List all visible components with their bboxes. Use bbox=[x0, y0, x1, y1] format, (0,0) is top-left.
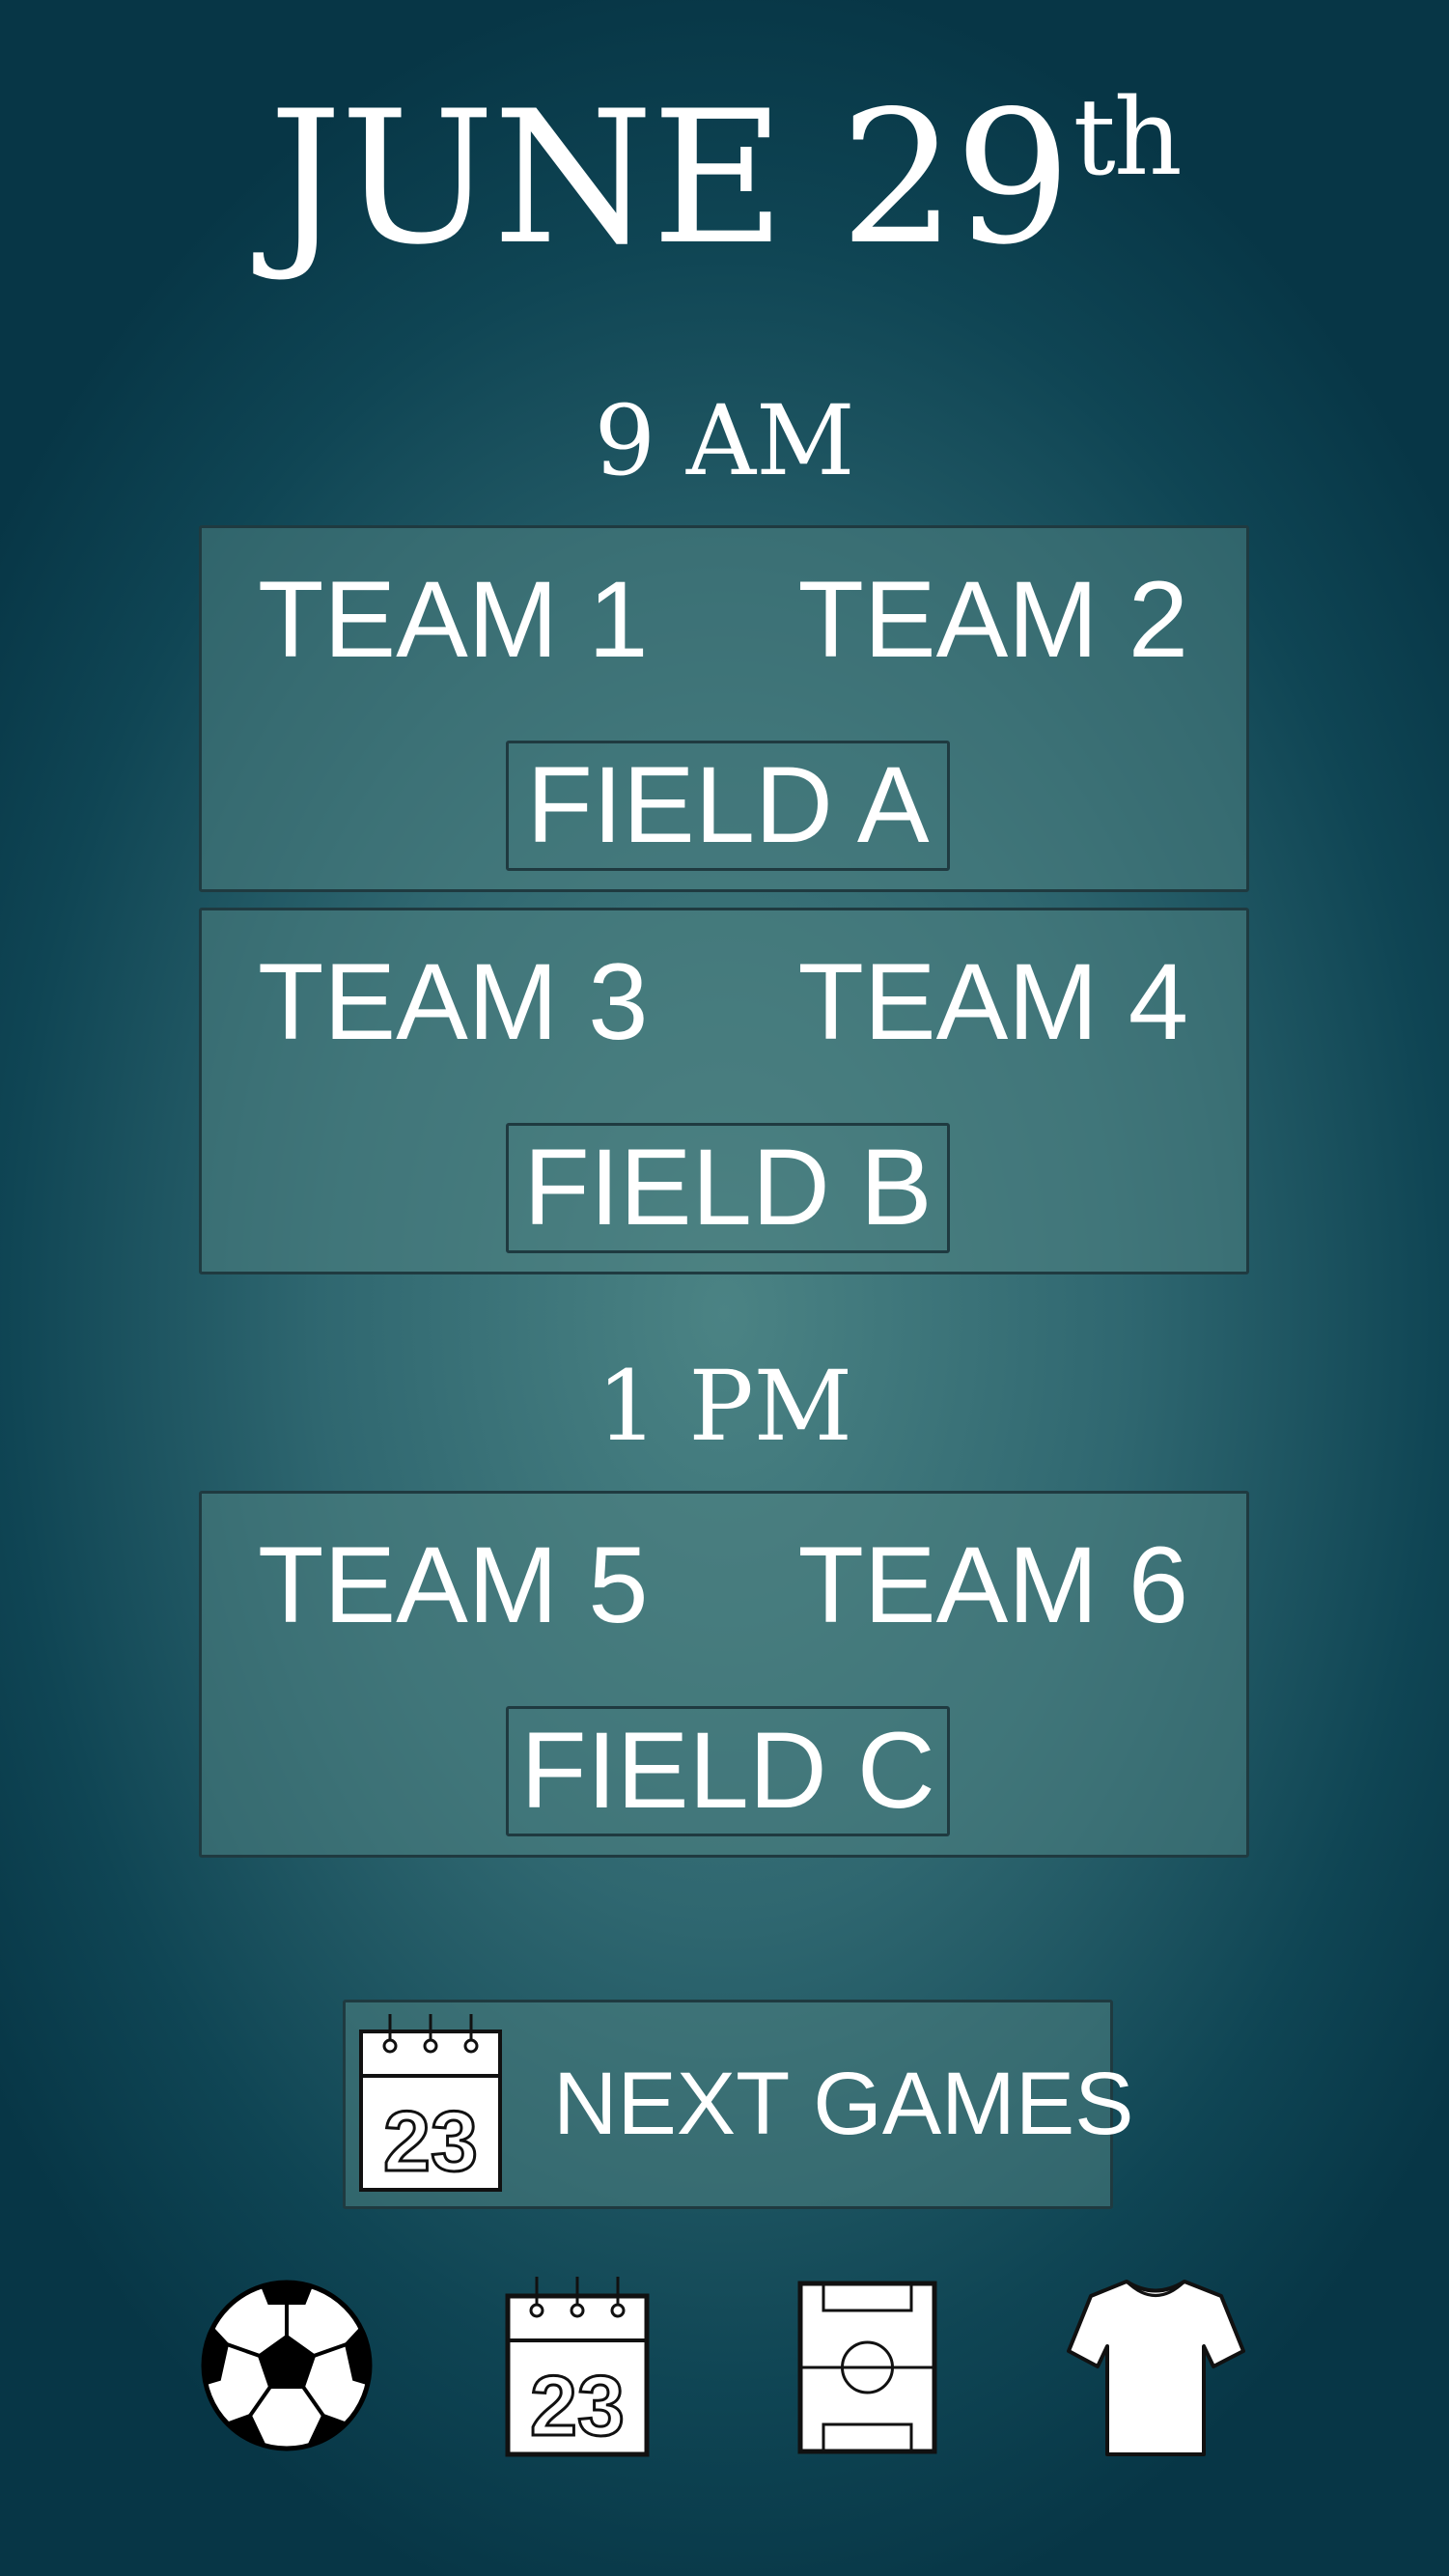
session-time-1pm: 1 PM bbox=[596, 1350, 853, 1463]
calendar-day: 23 bbox=[530, 2358, 625, 2453]
team-home: TEAM 3 bbox=[258, 941, 649, 1062]
field-badge: FIELD C bbox=[506, 1706, 950, 1836]
field-badge: FIELD A bbox=[506, 741, 950, 871]
team-home: TEAM 1 bbox=[258, 559, 649, 680]
match-card[interactable]: TEAM 3 TEAM 4 FIELD B bbox=[199, 908, 1249, 1274]
match-card[interactable]: TEAM 1 TEAM 2 FIELD A bbox=[199, 525, 1249, 892]
team-away: TEAM 2 bbox=[797, 559, 1188, 680]
soccer-field-icon[interactable] bbox=[797, 2281, 937, 2454]
field-badge: FIELD B bbox=[506, 1123, 950, 1253]
calendar-icon[interactable]: 23 bbox=[505, 2277, 650, 2457]
team-away: TEAM 4 bbox=[797, 941, 1188, 1062]
team-home: TEAM 5 bbox=[258, 1525, 649, 1645]
calendar-day: 23 bbox=[383, 2093, 478, 2189]
match-card[interactable]: TEAM 5 TEAM 6 FIELD C bbox=[199, 1491, 1249, 1858]
date-main: JUNE 29 bbox=[268, 71, 1071, 285]
next-games-button[interactable]: 23 NEXT GAMES bbox=[343, 2000, 1134, 2209]
jersey-icon[interactable] bbox=[1067, 2277, 1245, 2457]
calendar-icon: 23 bbox=[359, 2014, 502, 2192]
session-time-9am: 9 AM bbox=[594, 384, 855, 497]
page-title: JUNE 29th bbox=[0, 75, 1449, 301]
team-away: TEAM 6 bbox=[797, 1525, 1188, 1645]
next-games-label: NEXT GAMES bbox=[553, 2055, 1134, 2153]
date-suffix: th bbox=[1073, 75, 1183, 199]
soccer-ball-icon[interactable] bbox=[200, 2279, 374, 2452]
